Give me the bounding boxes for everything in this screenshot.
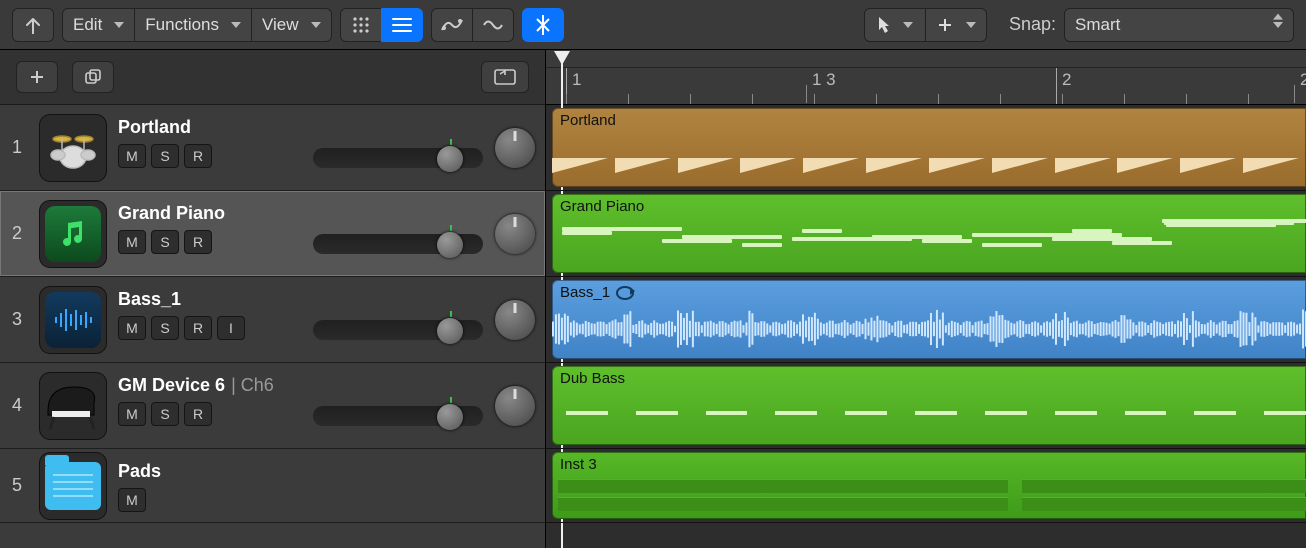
view-label: View: [262, 15, 299, 35]
track-headers-toolbar: [0, 50, 545, 105]
s-button[interactable]: S: [151, 230, 179, 254]
display-mode-group: [340, 8, 423, 42]
s-button[interactable]: S: [151, 402, 179, 426]
snap-value: Smart: [1075, 15, 1120, 35]
region[interactable]: Bass_1: [552, 280, 1306, 359]
pointer-tool[interactable]: [864, 8, 926, 42]
arrange-area: 1 1 3 2 2 Portland Grand Piano Bass_1 Dub Bass…: [546, 50, 1306, 548]
r-button[interactable]: R: [184, 144, 212, 168]
r-button[interactable]: R: [184, 230, 212, 254]
track-name[interactable]: Pads: [118, 461, 535, 482]
menu-group: Edit Functions View: [62, 8, 332, 42]
track-icon[interactable]: [40, 453, 106, 519]
back-up-button[interactable]: [12, 8, 54, 42]
volume-slider[interactable]: [313, 320, 483, 340]
pan-knob[interactable]: [495, 386, 535, 426]
functions-label: Functions: [145, 15, 219, 35]
track-number: 4: [6, 395, 28, 416]
snap-label: Snap:: [1009, 14, 1056, 35]
region-label: Grand Piano: [560, 198, 644, 215]
track-number: 1: [6, 137, 28, 158]
ruler-mark: 2: [1062, 70, 1071, 90]
track-number: 2: [6, 223, 28, 244]
pan-knob[interactable]: [495, 300, 535, 340]
track-name[interactable]: Portland: [118, 117, 301, 138]
catch-playhead-button[interactable]: [522, 8, 564, 42]
track-header[interactable]: 3 Bass_1 MSRI: [0, 277, 545, 363]
track-icon[interactable]: [40, 287, 106, 353]
region[interactable]: Portland: [552, 108, 1306, 187]
ruler-mark: 1: [572, 70, 581, 90]
region-label: Inst 3: [560, 456, 597, 473]
m-button[interactable]: M: [118, 402, 146, 426]
track-icon[interactable]: [40, 373, 106, 439]
flex-button[interactable]: [472, 8, 514, 42]
region-row: Portland: [546, 105, 1306, 191]
region-label: Portland: [560, 112, 616, 129]
list-view-button[interactable]: [381, 8, 423, 42]
m-button[interactable]: M: [118, 230, 146, 254]
track-header[interactable]: 5 Pads M: [0, 449, 545, 523]
main-toolbar: Edit Functions View Snap: Smart: [0, 0, 1306, 50]
track-channel: | Ch6: [231, 375, 274, 396]
i-button[interactable]: I: [217, 316, 245, 340]
m-button[interactable]: M: [118, 488, 146, 512]
track-header[interactable]: 1 Portland MSR: [0, 105, 545, 191]
region-label: Dub Bass: [560, 370, 625, 387]
view-menu[interactable]: View: [251, 8, 332, 42]
track-icon[interactable]: [40, 115, 106, 181]
track-name[interactable]: GM Device 6 | Ch6: [118, 375, 301, 396]
region-row: Dub Bass: [546, 363, 1306, 449]
region-row: Inst 3: [546, 449, 1306, 523]
region[interactable]: Dub Bass: [552, 366, 1306, 445]
edit-menu[interactable]: Edit: [62, 8, 135, 42]
timeline-ruler[interactable]: 1 1 3 2 2: [546, 50, 1306, 105]
r-button[interactable]: R: [184, 402, 212, 426]
duplicate-track-button[interactable]: [72, 61, 114, 93]
tool-group: [864, 8, 987, 42]
pan-knob[interactable]: [495, 214, 535, 254]
volume-slider[interactable]: [313, 406, 483, 426]
m-button[interactable]: M: [118, 144, 146, 168]
track-icon[interactable]: [40, 201, 106, 267]
region-row: Grand Piano: [546, 191, 1306, 277]
pan-knob[interactable]: [495, 128, 535, 168]
track-headers-column: 1Portland MSR2Grand Piano MSR3Bass_1 MSR…: [0, 50, 546, 548]
region[interactable]: Grand Piano: [552, 194, 1306, 273]
s-button[interactable]: S: [151, 316, 179, 340]
track-header[interactable]: 2 Grand Piano MSR: [0, 191, 545, 277]
add-track-button[interactable]: [16, 61, 58, 93]
secondary-tool[interactable]: [925, 8, 987, 42]
region-row: Bass_1: [546, 277, 1306, 363]
snap-select[interactable]: Smart: [1064, 8, 1294, 42]
functions-menu[interactable]: Functions: [134, 8, 252, 42]
region[interactable]: Inst 3: [552, 452, 1306, 519]
r-button[interactable]: R: [184, 316, 212, 340]
track-number: 5: [6, 475, 28, 496]
track-number: 3: [6, 309, 28, 330]
automation-curve-button[interactable]: [431, 8, 473, 42]
workspace: 1Portland MSR2Grand Piano MSR3Bass_1 MSR…: [0, 50, 1306, 548]
track-name[interactable]: Bass_1: [118, 289, 301, 310]
loop-icon: [616, 286, 634, 300]
edit-label: Edit: [73, 15, 102, 35]
ruler-mark: 1 3: [812, 70, 836, 90]
track-name[interactable]: Grand Piano: [118, 203, 301, 224]
volume-slider[interactable]: [313, 148, 483, 168]
track-header[interactable]: 4 GM Device 6 | Ch6 MSR: [0, 363, 545, 449]
automation-group: [431, 8, 514, 42]
ruler-mark: 2: [1300, 70, 1306, 90]
grid-view-button[interactable]: [340, 8, 382, 42]
global-tracks-button[interactable]: [481, 61, 529, 93]
region-label: Bass_1: [560, 284, 634, 301]
s-button[interactable]: S: [151, 144, 179, 168]
volume-slider[interactable]: [313, 234, 483, 254]
m-button[interactable]: M: [118, 316, 146, 340]
